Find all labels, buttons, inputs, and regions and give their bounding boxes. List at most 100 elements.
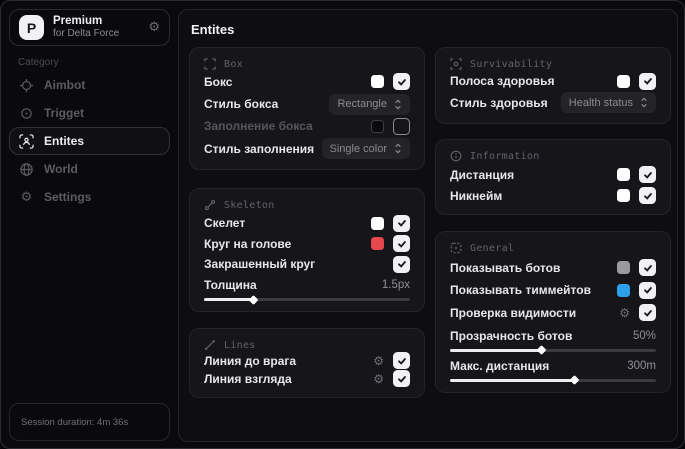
sidebar: P Premium for Delta Force ⚙ Category Aim…: [1, 1, 178, 448]
color-swatch[interactable]: [371, 237, 384, 250]
sidebar-item-label: World: [44, 162, 78, 176]
color-swatch[interactable]: [617, 261, 630, 275]
grid-icon: [450, 242, 462, 254]
info-icon: [450, 150, 462, 162]
bots-opacity-slider[interactable]: [450, 345, 656, 356]
globe-icon: [19, 162, 34, 177]
thickness-slider[interactable]: [204, 294, 410, 305]
checkbox-checked[interactable]: [639, 259, 656, 277]
checkbox-checked[interactable]: [393, 352, 410, 369]
setting-label: Показывать ботов: [450, 260, 561, 275]
thickness-slider-group: Толщина 1.5px: [204, 278, 410, 305]
checkbox-checked[interactable]: [639, 304, 656, 322]
check-icon: [397, 78, 406, 86]
setting-label: Стиль бокса: [204, 97, 279, 111]
setting-row-box-style: Стиль бокса Rectangle: [204, 93, 410, 115]
checkbox-checked[interactable]: [639, 187, 656, 204]
survivability-card-header: Survivability: [450, 58, 656, 70]
app-window: P Premium for Delta Force ⚙ Category Aim…: [0, 0, 685, 449]
max-distance-slider[interactable]: [450, 375, 656, 386]
gear-icon[interactable]: ⚙: [148, 21, 160, 34]
checkbox-checked[interactable]: [393, 370, 410, 387]
setting-label: Скелет: [204, 216, 246, 230]
slider-value: 50%: [632, 329, 656, 342]
updown-icon: [395, 143, 401, 154]
setting-row-box: Бокс: [204, 73, 410, 91]
color-swatch[interactable]: [617, 168, 630, 181]
bots-opacity-slider-group: Прозрачность ботов 50%: [450, 328, 656, 356]
checkbox-checked[interactable]: [639, 281, 656, 299]
sidebar-item-entites[interactable]: Entites: [9, 127, 170, 155]
information-card: Information Дистанция Никнейм: [435, 139, 671, 215]
setting-label: Показывать тиммейтов: [450, 283, 591, 298]
category-label: Category: [18, 57, 59, 68]
checkbox-checked[interactable]: [393, 73, 410, 91]
max-distance-slider-group: Макс. дистанция 300m: [450, 358, 656, 386]
card-title: Lines: [224, 339, 256, 351]
color-swatch[interactable]: [371, 119, 384, 133]
setting-row-box-fill: Заполнение бокса: [204, 117, 410, 135]
color-swatch[interactable]: [617, 283, 630, 297]
sidebar-item-settings[interactable]: ⚙ Settings: [9, 183, 170, 211]
color-swatch[interactable]: [617, 189, 630, 202]
sidebar-item-label: Trigget: [44, 106, 85, 120]
sidebar-item-trigget[interactable]: Trigget: [9, 99, 170, 127]
card-title: Box: [224, 58, 243, 70]
color-swatch[interactable]: [617, 74, 630, 88]
checkbox-checked[interactable]: [393, 255, 410, 273]
color-swatch[interactable]: [371, 216, 384, 230]
information-card-header: Information: [450, 150, 656, 162]
slider-thumb[interactable]: [569, 375, 580, 386]
gear-icon[interactable]: ⚙: [373, 355, 384, 367]
fill-style-select[interactable]: Single color: [321, 138, 410, 159]
color-swatch[interactable]: [371, 75, 384, 89]
box-style-select[interactable]: Rectangle: [329, 93, 410, 115]
setting-label: Никнейм: [450, 188, 503, 203]
setting-row-enemy-line: Линия до врага ⚙: [204, 352, 410, 369]
setting-label: Макс. дистанция: [450, 358, 550, 373]
main-panel: Entites Box Бокс Стиль бокса Rectangle З…: [178, 9, 678, 442]
setting-label: Прозрачность ботов: [450, 328, 573, 343]
setting-row-health-bar: Полоса здоровья: [450, 72, 656, 90]
check-icon: [397, 240, 406, 248]
card-title: Information: [470, 150, 540, 162]
setting-label: Линия взгляда: [204, 371, 292, 386]
setting-row-filled-circle: Закрашенный круг: [204, 255, 410, 273]
sidebar-item-label: Settings: [44, 190, 92, 204]
bone-icon: [204, 199, 216, 211]
app-logo: P: [19, 15, 44, 40]
checkbox-checked[interactable]: [639, 166, 656, 183]
gear-icon[interactable]: ⚙: [619, 307, 630, 319]
slider-thumb[interactable]: [248, 294, 259, 305]
setting-label: Стиль заполнения: [204, 141, 315, 156]
sidebar-item-aimbot[interactable]: Aimbot: [9, 71, 170, 99]
card-title: Survivability: [470, 58, 553, 70]
checkbox-checked[interactable]: [393, 235, 410, 252]
select-value: Single color: [329, 142, 387, 155]
app-subtitle: for Delta Force: [53, 28, 120, 40]
sidebar-nav: Aimbot Trigget Entites World ⚙ Settings: [9, 71, 170, 211]
check-icon: [643, 192, 652, 200]
slider-thumb[interactable]: [536, 345, 547, 356]
page-title: Entites: [191, 22, 235, 37]
check-icon: [397, 375, 406, 383]
gear-icon[interactable]: ⚙: [373, 373, 384, 385]
setting-row-nickname: Никнейм: [450, 187, 656, 204]
session-duration-text: Session duration: 4m 36s: [21, 416, 129, 428]
select-value: Rectangle: [337, 98, 387, 110]
health-style-select[interactable]: Health status: [560, 92, 656, 113]
check-icon: [643, 171, 652, 179]
card-title: Skeleton: [224, 199, 275, 211]
survivability-card: Survivability Полоса здоровья Стиль здор…: [435, 47, 671, 124]
checkbox-checked[interactable]: [639, 72, 656, 90]
checkbox-unchecked[interactable]: [393, 117, 410, 135]
skeleton-card: Skeleton Скелет Круг на голове Закрашенн…: [189, 188, 425, 312]
slider-value: 300m: [627, 359, 656, 372]
setting-label: Проверка видимости: [450, 305, 577, 320]
setting-row-health-style: Стиль здоровья Health status: [450, 92, 656, 113]
check-icon: [643, 287, 652, 294]
sidebar-item-world[interactable]: World: [9, 155, 170, 183]
checkbox-checked[interactable]: [393, 214, 410, 232]
updown-icon: [395, 99, 401, 109]
select-value: Health status: [568, 96, 633, 109]
